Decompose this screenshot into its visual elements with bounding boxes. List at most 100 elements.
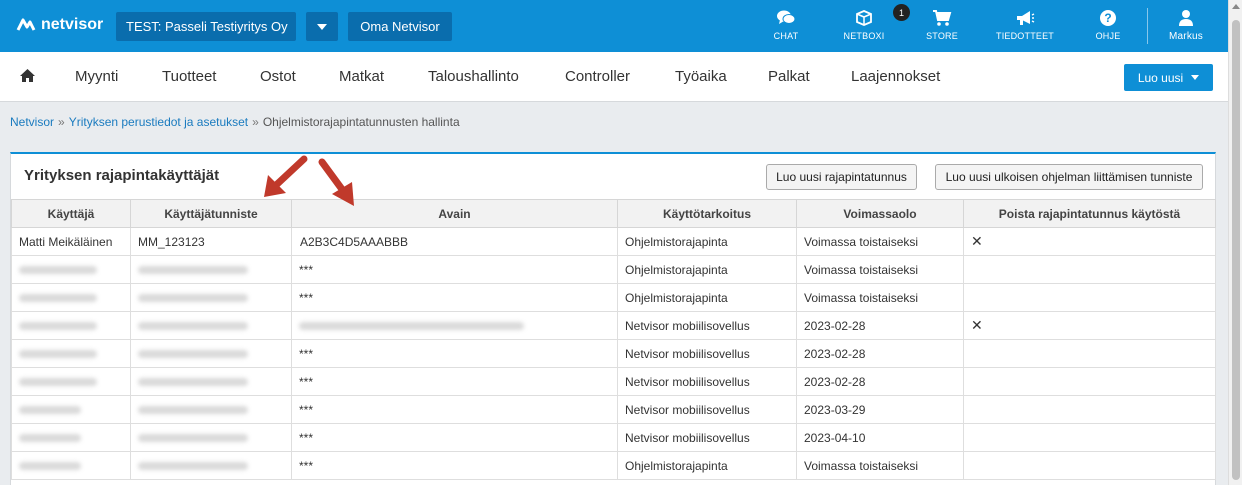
nav-myynti[interactable]: Myynti [75, 68, 118, 85]
create-new-button[interactable]: Luo uusi [1124, 64, 1213, 91]
top-bar: netvisor TEST: Passeli Testiyritys Oy Om… [0, 0, 1228, 52]
user-icon [1179, 10, 1193, 26]
table-row: *** Netvisor mobiilisovellus 2023-04-10 [11, 423, 1216, 452]
cell-validity: 2023-02-28 [796, 367, 964, 396]
cell-key: *** [291, 283, 618, 312]
caret-down-icon [1191, 75, 1200, 80]
cell-user [11, 423, 131, 452]
cell-key: *** [291, 367, 618, 396]
redacted-text [19, 349, 97, 358]
cell-validity: 2023-02-28 [796, 311, 964, 340]
nav-ostot[interactable]: Ostot [260, 68, 296, 85]
cell-validity: Voimassa toistaiseksi [796, 451, 964, 480]
ohje-label: OHJE [1095, 31, 1121, 41]
cell-user-id: MM_123123 [130, 227, 292, 256]
redacted-text [138, 349, 248, 358]
redacted-text [138, 433, 248, 442]
cell-validity: 2023-03-29 [796, 395, 964, 424]
header-remove[interactable]: Poista rajapintatunnus käytöstä [963, 199, 1216, 228]
cell-remove [963, 451, 1216, 480]
cell-user [11, 395, 131, 424]
oma-netvisor-button[interactable]: Oma Netvisor [348, 12, 452, 41]
redacted-text [19, 433, 81, 442]
cell-remove [963, 367, 1216, 396]
company-selector[interactable]: TEST: Passeli Testiyritys Oy [116, 12, 296, 41]
tiedotteet-label: TIEDOTTEET [996, 31, 1054, 41]
breadcrumb: Netvisor » Yrityksen perustiedot ja asetuk… [10, 115, 460, 129]
chevron-down-icon [317, 23, 327, 30]
svg-text:?: ? [1104, 11, 1111, 25]
cell-remove [963, 395, 1216, 424]
company-dropdown-button[interactable] [306, 12, 338, 41]
scroll-up-icon[interactable] [1232, 4, 1240, 9]
scroll-thumb[interactable] [1232, 20, 1240, 480]
cell-remove [963, 283, 1216, 312]
cell-purpose: Netvisor mobiilisovellus [617, 423, 797, 452]
breadcrumb-netvisor[interactable]: Netvisor [10, 115, 54, 129]
nav-controller[interactable]: Controller [565, 68, 630, 85]
cell-key: A2B3C4D5AAABBB [291, 227, 618, 256]
nav-palkat[interactable]: Palkat [768, 68, 810, 85]
redacted-text [19, 321, 97, 330]
cell-user-id [130, 311, 292, 340]
api-users-panel: Yrityksen rajapintakäyttäjät Luo uusi ra… [10, 152, 1216, 485]
redacted-text [138, 377, 248, 386]
redacted-text [19, 405, 81, 414]
remove-icon[interactable]: ✕ [971, 317, 983, 333]
breadcrumb-company-settings[interactable]: Yrityksen perustiedot ja asetukset [69, 115, 248, 129]
cell-purpose: Netvisor mobiilisovellus [617, 395, 797, 424]
cell-user [11, 311, 131, 340]
cell-remove: ✕ [963, 311, 1216, 340]
tiedotteet-button[interactable]: TIEDOTTEET [990, 8, 1060, 46]
header-user[interactable]: Käyttäjä [11, 199, 131, 228]
nav-taloushallinto[interactable]: Taloushallinto [428, 68, 519, 85]
logo-text: netvisor [41, 16, 104, 33]
table-row: *** Netvisor mobiilisovellus 2023-02-28 [11, 367, 1216, 396]
cell-user [11, 283, 131, 312]
new-api-id-button[interactable]: Luo uusi rajapintatunnus [766, 164, 917, 190]
nav-tyoaika[interactable]: Työaika [675, 68, 727, 85]
nav-tuotteet[interactable]: Tuotteet [162, 68, 216, 85]
cart-icon [933, 10, 952, 26]
cell-user-id [130, 451, 292, 480]
table-row: *** Ohjelmistorajapinta Voimassa toistai… [11, 283, 1216, 312]
cell-purpose: Ohjelmistorajapinta [617, 227, 797, 256]
ohje-button[interactable]: ? OHJE [1073, 8, 1143, 46]
cell-key: *** [291, 339, 618, 368]
home-button[interactable] [19, 68, 36, 88]
box-icon [856, 10, 872, 26]
header-divider [1147, 8, 1148, 44]
chat-button[interactable]: CHAT [751, 8, 821, 46]
cell-key: *** [291, 451, 618, 480]
cell-user-id [130, 395, 292, 424]
store-label: STORE [926, 31, 958, 41]
nav-laajennokset[interactable]: Laajennokset [851, 68, 940, 85]
header-purpose[interactable]: Käyttötarkoitus [617, 199, 797, 228]
page-scrollbar[interactable] [1228, 0, 1242, 485]
store-button[interactable]: STORE [907, 8, 977, 46]
cell-remove [963, 255, 1216, 284]
header-validity[interactable]: Voimassaolo [796, 199, 964, 228]
api-users-table: Käyttäjä Käyttäjätunniste Avain Käyttöta… [11, 199, 1216, 480]
table-row: *** Ohjelmistorajapinta Voimassa toistai… [11, 451, 1216, 480]
header-user-id[interactable]: Käyttäjätunniste [130, 199, 292, 228]
main-navigation: Myynti Tuotteet Ostot Matkat Taloushalli… [0, 52, 1228, 102]
cell-purpose: Netvisor mobiilisovellus [617, 367, 797, 396]
new-external-id-button[interactable]: Luo uusi ulkoisen ohjelman liittämisen t… [935, 164, 1203, 190]
remove-icon[interactable]: ✕ [971, 233, 983, 249]
cell-purpose: Ohjelmistorajapinta [617, 451, 797, 480]
cell-validity: Voimassa toistaiseksi [796, 255, 964, 284]
user-menu-button[interactable]: Markus [1151, 8, 1221, 46]
table-header-row: Käyttäjä Käyttäjätunniste Avain Käyttöta… [11, 199, 1216, 228]
nav-matkat[interactable]: Matkat [339, 68, 384, 85]
redacted-text [138, 461, 248, 470]
cell-validity: 2023-02-28 [796, 339, 964, 368]
cell-purpose: Ohjelmistorajapinta [617, 283, 797, 312]
cell-key: *** [291, 423, 618, 452]
megaphone-icon [1017, 11, 1035, 25]
redacted-text [19, 265, 97, 274]
netboxi-button[interactable]: 1 NETBOXI [829, 4, 910, 46]
cell-user [11, 255, 131, 284]
cell-validity: Voimassa toistaiseksi [796, 227, 964, 256]
netvisor-logo[interactable]: netvisor [16, 16, 103, 34]
